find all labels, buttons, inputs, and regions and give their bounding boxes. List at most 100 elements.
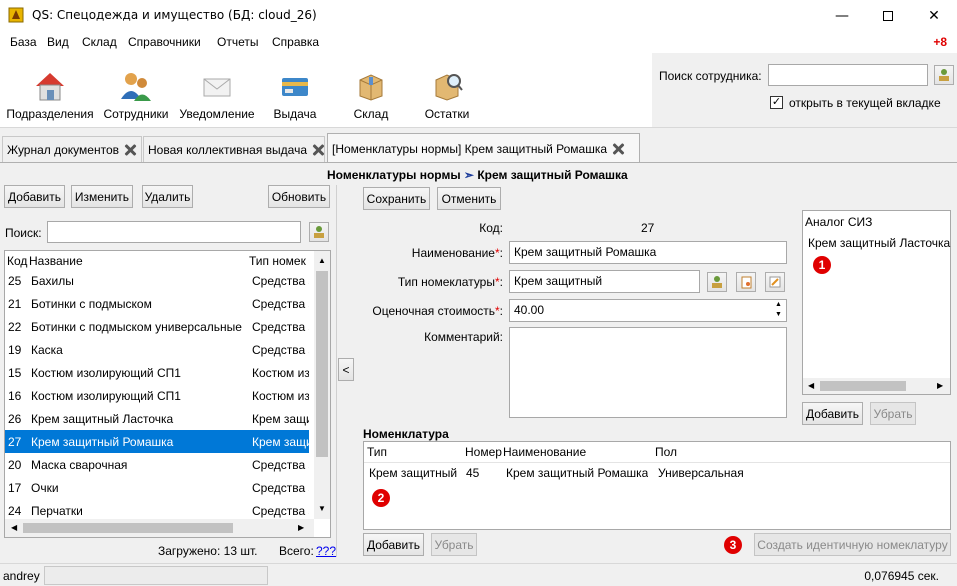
analog-remove-button[interactable]: Убрать	[870, 402, 916, 425]
nomenclature-remove-button[interactable]: Убрать	[431, 533, 477, 556]
code-value: 27	[641, 221, 655, 235]
hscrollbar-thumb[interactable]	[23, 523, 233, 533]
tab-norm-nomenclature[interactable]: [Номенклатуры нормы] Крем защитный Ромаш…	[327, 133, 640, 163]
table-row[interactable]: 24 Перчатки Средства з	[5, 499, 309, 522]
refresh-button[interactable]: Обновить	[268, 185, 330, 208]
table-row[interactable]: 25 Бахилы Средства з	[5, 269, 309, 292]
employee-search-input[interactable]	[768, 64, 928, 86]
row-type: Средства з	[252, 274, 309, 288]
create-identical-button[interactable]: Создать идентичную номеклатуру	[754, 533, 951, 556]
people-icon	[119, 69, 153, 103]
menu-item-base[interactable]: База	[10, 35, 37, 49]
nomenclature-add-button[interactable]: Добавить	[363, 533, 424, 556]
row-type: Средства з	[252, 458, 309, 472]
row-type: Костюм из	[252, 366, 309, 380]
cost-spinner-icon[interactable]: ▲ ▼	[775, 300, 782, 320]
row-code: 17	[8, 481, 22, 495]
cancel-button[interactable]: Отменить	[437, 187, 501, 210]
toolbar-warehouse-button[interactable]: Склад	[338, 53, 404, 127]
person-search-icon	[314, 226, 324, 238]
analog-scrollbar-thumb[interactable]	[820, 381, 906, 391]
save-button[interactable]: Сохранить	[363, 187, 430, 210]
notification-count[interactable]: +8	[933, 35, 947, 49]
tab-documents-journal[interactable]: Журнал документов	[2, 136, 142, 163]
toolbar-balances-button[interactable]: Остатки	[414, 53, 480, 127]
type-select-button[interactable]	[707, 272, 727, 292]
scrollbar-thumb[interactable]	[316, 271, 328, 457]
table-row[interactable]: 15 Костюм изолирующий СП1 Костюм из	[5, 361, 309, 384]
table-row[interactable]: 20 Маска сварочная Средства з	[5, 453, 309, 476]
column-header-name[interactable]: Название	[29, 254, 83, 268]
scroll-left-icon[interactable]: ◀	[808, 381, 814, 390]
search-input[interactable]	[47, 221, 301, 243]
cost-field[interactable]: 40.00	[509, 299, 787, 322]
collapse-panel-button[interactable]: <	[338, 358, 354, 381]
search-person-button[interactable]	[309, 222, 329, 242]
close-button[interactable]: ✕	[911, 0, 957, 31]
tab-collective-issue[interactable]: Новая коллективная выдача	[143, 136, 325, 163]
toolbar-employees-button[interactable]: Сотрудники	[100, 53, 172, 127]
table-row[interactable]: 21 Ботинки с подмыском Средства з	[5, 292, 309, 315]
minimize-button[interactable]: —	[819, 0, 865, 31]
scroll-right-icon[interactable]: ▶	[298, 523, 304, 532]
maximize-button[interactable]	[865, 0, 911, 31]
table-row[interactable]: 19 Каска Средства з	[5, 338, 309, 361]
name-field[interactable]: Крем защитный Ромашка	[509, 241, 787, 264]
menu-item-reports[interactable]: Отчеты	[217, 35, 258, 49]
toolbar-notification-button[interactable]: Уведомление	[178, 53, 256, 127]
type-open-button[interactable]	[736, 272, 756, 292]
nom-header-gender[interactable]: Пол	[655, 445, 677, 459]
title-bar: QS: Спецодежда и имущество (БД: cloud_26…	[0, 0, 957, 31]
nom-table-row[interactable]: Крем защитный 45 Крем защитный Ромашка У…	[364, 465, 950, 483]
nom-header-number[interactable]: Номер	[465, 445, 502, 459]
nom-header-type[interactable]: Тип	[367, 445, 387, 459]
row-type: Крем защи	[252, 412, 309, 426]
total-link[interactable]: ???	[316, 544, 336, 558]
analog-item[interactable]: Крем защитный Ласточка	[808, 236, 950, 250]
breadcrumb-parent[interactable]: Номенклатуры нормы	[327, 168, 461, 182]
comment-label: Комментарий:	[424, 330, 503, 344]
close-tab-icon[interactable]	[312, 144, 324, 156]
menu-item-help[interactable]: Справка	[272, 35, 319, 49]
main-toolbar: Подразделения Сотрудники Уведомление Выд…	[0, 53, 652, 127]
scroll-down-icon[interactable]: ▼	[318, 504, 326, 513]
vertical-scrollbar[interactable]: ▲ ▼	[314, 251, 330, 519]
column-header-type[interactable]: Тип номек	[249, 254, 315, 268]
row-name: Крем защитный Ласточка	[31, 412, 174, 426]
table-row[interactable]: 27 Крем защитный Ромашка Крем защи	[5, 430, 309, 453]
type-field[interactable]: Крем защитный	[509, 270, 700, 293]
breadcrumb: Номенклатуры нормы ➣ Крем защитный Ромаш…	[327, 168, 628, 182]
menu-item-warehouse[interactable]: Склад	[82, 35, 117, 49]
add-button[interactable]: Добавить	[4, 185, 65, 208]
analog-add-button[interactable]: Добавить	[802, 402, 863, 425]
nomenclature-table: Тип Номер Наименование Пол Крем защитный…	[363, 441, 951, 530]
table-row[interactable]: 16 Костюм изолирующий СП1 Костюм из	[5, 384, 309, 407]
row-code: 27	[8, 435, 22, 449]
row-name: Бахилы	[31, 274, 74, 288]
close-tab-icon[interactable]	[124, 144, 136, 156]
table-row[interactable]: 17 Очки Средства з	[5, 476, 309, 499]
table-row[interactable]: 22 Ботинки с подмыском универсальные Средс…	[5, 315, 309, 338]
type-edit-button[interactable]	[765, 272, 785, 292]
open-in-current-tab-checkbox[interactable]: ✓	[770, 96, 783, 109]
close-tab-icon[interactable]	[612, 143, 624, 155]
comment-field[interactable]	[509, 327, 787, 418]
scroll-left-icon[interactable]: ◀	[11, 523, 17, 532]
delete-button[interactable]: Удалить	[142, 185, 193, 208]
nom-header-name[interactable]: Наименование	[503, 445, 586, 459]
menu-item-view[interactable]: Вид	[47, 35, 69, 49]
scroll-up-icon[interactable]: ▲	[318, 256, 326, 265]
menu-item-references[interactable]: Справочники	[128, 35, 201, 49]
analog-hscrollbar[interactable]: ◀ ▶	[803, 378, 950, 394]
employee-search-button[interactable]	[934, 65, 954, 85]
column-header-code[interactable]: Код	[7, 254, 27, 268]
loaded-count: Загружено: 13 шт.	[158, 544, 258, 558]
toolbar-issue-button[interactable]: Выдача	[262, 53, 328, 127]
total-label: Всего:	[279, 544, 314, 558]
row-code: 22	[8, 320, 22, 334]
row-type: Крем защи	[252, 435, 309, 449]
edit-button[interactable]: Изменить	[71, 185, 133, 208]
scroll-right-icon[interactable]: ▶	[937, 381, 943, 390]
table-row[interactable]: 26 Крем защитный Ласточка Крем защи	[5, 407, 309, 430]
toolbar-departments-button[interactable]: Подразделения	[6, 53, 94, 127]
